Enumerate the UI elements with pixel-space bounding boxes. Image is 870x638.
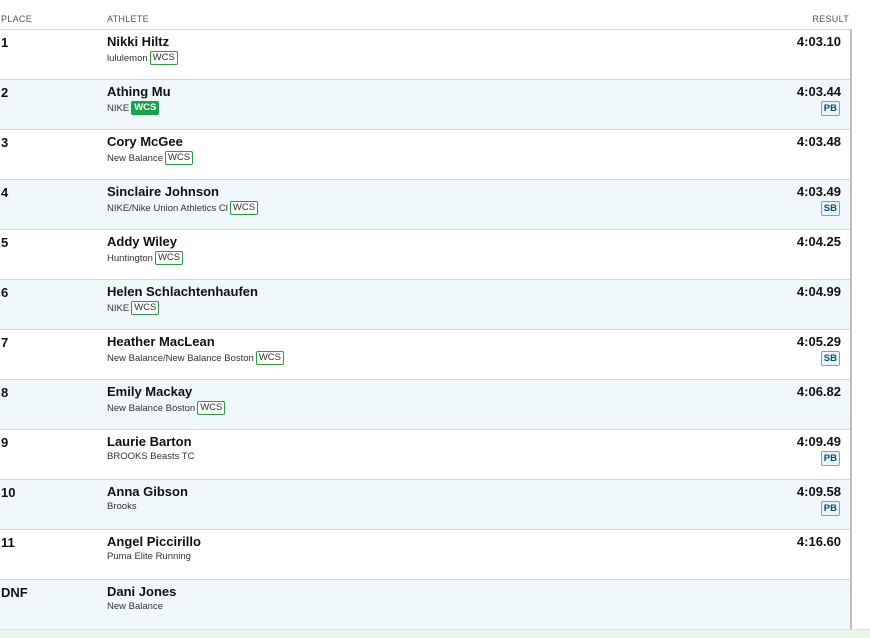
- scrollbar[interactable]: [850, 29, 852, 629]
- team-name: NIKE/Nike Union Athletics Cl: [107, 202, 228, 214]
- wcs-badge: WCS: [154, 251, 184, 265]
- place-cell: 8: [1, 385, 9, 400]
- team-line: Puma Elite Running: [107, 551, 191, 562]
- team-name: BROOKS Beasts TC: [107, 451, 195, 462]
- table-row[interactable]: 11 Angel Piccirillo Puma Elite Running 4:16…: [0, 530, 850, 580]
- team-line: Brooks: [107, 501, 137, 512]
- team-name: New Balance: [107, 601, 163, 612]
- place-cell: 1: [1, 35, 9, 50]
- table-row[interactable]: 5 Addy Wiley Huntington WCS 4:04.25: [0, 230, 850, 280]
- team-name: Brooks: [107, 501, 137, 512]
- result-time: 4:05.29: [796, 334, 841, 349]
- place-cell: 2: [1, 85, 9, 100]
- athlete-name-link[interactable]: Dani Jones: [107, 584, 176, 599]
- team-line: New Balance: [107, 601, 163, 612]
- team-name: NIKE: [107, 302, 130, 314]
- place-cell: 3: [1, 135, 9, 150]
- wcs-badge: WCS: [197, 401, 226, 415]
- table-row[interactable]: 8 Emily Mackay New Balance Boston WCS 4:06.8…: [0, 380, 850, 430]
- athlete-name-link[interactable]: Anna Gibson: [107, 484, 188, 499]
- record-badge: SB: [820, 351, 840, 366]
- team-name: lululemon: [107, 52, 148, 64]
- wcs-badge: WCS: [229, 201, 259, 215]
- athlete-name-link[interactable]: Nikki Hiltz: [107, 34, 169, 49]
- wcs-badge: WCS: [131, 101, 160, 115]
- team-name: New Balance: [107, 152, 163, 164]
- wcs-badge: WCS: [164, 151, 194, 165]
- header-athlete: ATHLETE: [107, 14, 149, 24]
- athlete-name-link[interactable]: Cory McGee: [107, 134, 183, 149]
- athlete-name-link[interactable]: Addy Wiley: [107, 234, 177, 249]
- record-badge: PB: [820, 101, 840, 116]
- team-line: New Balance WCS: [107, 151, 194, 165]
- place-cell: 7: [1, 335, 9, 350]
- table-row[interactable]: 9 Laurie Barton BROOKS Beasts TC 4:09.49 PB: [0, 430, 850, 480]
- place-cell: 11: [1, 535, 15, 550]
- table-row[interactable]: 6 Helen Schlachtenhaufen NIKE WCS 4:04.99: [0, 280, 850, 330]
- result-time: 4:03.44: [796, 84, 841, 99]
- team-name: Huntington: [107, 252, 153, 264]
- table-row[interactable]: 10 Anna Gibson Brooks 4:09.58 PB: [0, 480, 850, 530]
- athlete-name-link[interactable]: Laurie Barton: [107, 434, 192, 449]
- result-time: 4:16.60: [796, 534, 841, 549]
- result-time: 4:03.10: [796, 34, 841, 49]
- wcs-badge: WCS: [131, 301, 160, 315]
- result-time: 4:03.49: [796, 184, 841, 199]
- team-name: Puma Elite Running: [107, 551, 191, 562]
- athlete-name-link[interactable]: Athing Mu: [107, 84, 171, 99]
- team-name: NIKE: [107, 102, 130, 114]
- table-row[interactable]: 7 Heather MacLean New Balance/New Balance …: [0, 330, 850, 380]
- athlete-name-link[interactable]: Angel Piccirillo: [107, 534, 201, 549]
- team-line: BROOKS Beasts TC: [107, 451, 194, 462]
- wcs-badge: WCS: [149, 51, 178, 65]
- place-cell: 6: [1, 285, 9, 300]
- team-line: New Balance Boston WCS: [107, 401, 226, 415]
- result-time: 4:06.82: [796, 384, 841, 399]
- record-badge: SB: [820, 201, 840, 216]
- place-cell: 9: [1, 435, 9, 450]
- table-header: PLACE ATHLETE RESULT: [0, 0, 850, 30]
- wcs-badge: WCS: [255, 351, 284, 365]
- result-time: 4:04.99: [796, 284, 841, 299]
- team-name: New Balance/New Balance Boston: [107, 352, 254, 364]
- place-cell: 5: [1, 235, 9, 250]
- athlete-name-link[interactable]: Sinclaire Johnson: [107, 184, 219, 199]
- record-badge: PB: [820, 501, 840, 516]
- table-row[interactable]: DNF Dani Jones New Balance: [0, 580, 850, 630]
- athlete-name-link[interactable]: Helen Schlachtenhaufen: [107, 284, 258, 299]
- result-time: 4:04.25: [796, 234, 841, 249]
- result-time: 4:09.58: [796, 484, 841, 499]
- result-time: 4:09.49: [796, 434, 841, 449]
- header-place: PLACE: [1, 14, 33, 24]
- team-line: NIKE WCS: [107, 101, 160, 115]
- table-row[interactable]: 3 Cory McGee New Balance WCS 4:03.48: [0, 130, 850, 180]
- table-row[interactable]: 1 Nikki Hiltz lululemon WCS 4:03.10: [0, 30, 850, 80]
- team-line: New Balance/New Balance Boston WCS: [107, 351, 284, 365]
- results-table: PLACE ATHLETE RESULT 1 Nikki Hiltz lululem…: [0, 0, 850, 630]
- athlete-name-link[interactable]: Heather MacLean: [107, 334, 215, 349]
- header-result: RESULT: [812, 14, 849, 24]
- place-cell: 4: [1, 185, 9, 200]
- table-body: 1 Nikki Hiltz lululemon WCS 4:03.10 2 Athing M…: [0, 30, 850, 630]
- team-line: Huntington WCS: [107, 251, 184, 265]
- place-cell: 10: [1, 485, 16, 500]
- team-name: New Balance Boston: [107, 402, 196, 414]
- result-time: 4:03.48: [796, 134, 841, 149]
- table-row[interactable]: 2 Athing Mu NIKE WCS 4:03.44 PB: [0, 80, 850, 130]
- record-badge: PB: [820, 451, 840, 466]
- athlete-name-link[interactable]: Emily Mackay: [107, 384, 192, 399]
- place-cell: DNF: [1, 585, 28, 600]
- team-line: NIKE WCS: [107, 301, 160, 315]
- table-row[interactable]: 4 Sinclaire Johnson NIKE/Nike Union Athlet…: [0, 180, 850, 230]
- team-line: lululemon WCS: [107, 51, 178, 65]
- team-line: NIKE/Nike Union Athletics Cl WCS: [107, 201, 259, 215]
